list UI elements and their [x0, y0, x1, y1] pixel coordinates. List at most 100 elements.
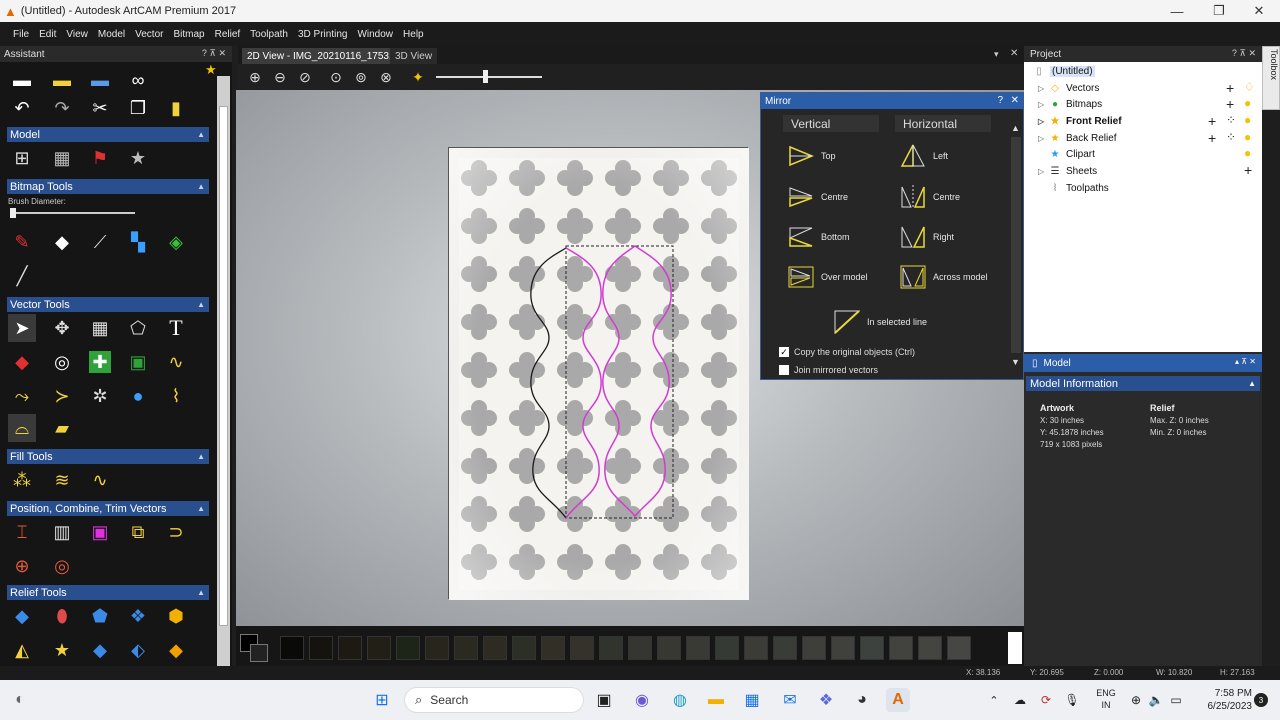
menu-model[interactable]: Model — [93, 29, 130, 40]
palette-swatch[interactable] — [483, 636, 507, 660]
back-relief-bulb-icon[interactable]: ● — [1244, 130, 1251, 144]
mirror-top-button[interactable]: Top — [787, 143, 836, 169]
fill-pattern-icon[interactable]: ≋ — [48, 466, 76, 494]
new-rect-icon[interactable]: ▬ — [8, 66, 36, 94]
tab-close-icon[interactable]: ✕ — [1010, 48, 1018, 59]
palette-swatch[interactable] — [599, 636, 623, 660]
tree-item-bitmaps[interactable]: ▷ ● Bitmaps — [1038, 96, 1102, 112]
scroll-thumb[interactable] — [219, 106, 228, 626]
new-model-icon[interactable]: ▬ — [48, 66, 76, 94]
model-size-icon[interactable]: ⊞ — [8, 144, 36, 172]
chrome-icon[interactable]: ◕ — [850, 688, 874, 712]
notification-badge[interactable]: 3 — [1254, 693, 1268, 707]
relief-spin-icon[interactable]: ◆ — [86, 636, 114, 664]
language-indicator[interactable]: ENG IN — [1092, 687, 1120, 711]
model-panel-controls[interactable]: ▴ ⊼ ✕ — [1235, 357, 1256, 366]
tree-item-back-relief[interactable]: ▷ ★ Back Relief — [1038, 130, 1117, 146]
link-icon[interactable]: ∞ — [124, 66, 152, 94]
text-tool-icon[interactable]: T — [162, 314, 190, 342]
front-relief-grid-icon[interactable]: ⁘ — [1226, 113, 1236, 127]
palette-swatch[interactable] — [686, 636, 710, 660]
mirror-h-centre-button[interactable]: Centre — [899, 184, 960, 210]
transform-icon[interactable]: ✥ — [48, 314, 76, 342]
mirror-vector-icon[interactable]: ≻ — [48, 382, 76, 410]
redo-icon[interactable]: ↷ — [48, 94, 76, 122]
vector-doctor-icon[interactable]: ● — [124, 382, 152, 410]
add-sheet-icon[interactable]: + — [1244, 162, 1252, 178]
menu-toolpath[interactable]: Toolpath — [245, 29, 293, 40]
menu-vector[interactable]: Vector — [130, 29, 168, 40]
select-pointer-icon[interactable]: ➤ — [8, 314, 36, 342]
trim-icon[interactable]: ⊃ — [162, 518, 190, 546]
palette-swatch[interactable] — [628, 636, 652, 660]
palette-swatch[interactable] — [367, 636, 391, 660]
tree-root[interactable]: ▯ (Untitled) — [1032, 63, 1095, 79]
minimize-button[interactable]: — — [1158, 0, 1196, 22]
section-bitmap-tools[interactable]: Bitmap Tools ▲ — [7, 179, 209, 194]
palette-swatch[interactable] — [338, 636, 362, 660]
section-position-tools[interactable]: Position, Combine, Trim Vectors ▲ — [7, 501, 209, 516]
front-relief-bulb-icon[interactable]: ● — [1244, 113, 1251, 127]
center-icon[interactable]: ⊕ — [8, 552, 36, 580]
view-star-icon[interactable]: ✦ — [409, 68, 427, 86]
relief-texture-icon[interactable]: ⬢ — [162, 602, 190, 630]
join-mirrored-box[interactable] — [779, 365, 789, 375]
bitmap-layer-bulb-icon[interactable]: ● — [1244, 96, 1251, 110]
transparency-slider[interactable] — [436, 76, 542, 78]
project-panel-controls[interactable]: ? ⊼ ✕ — [1232, 48, 1256, 59]
smooth-curve-icon[interactable]: ⌇ — [162, 382, 190, 410]
favorite-star-icon[interactable]: ★ — [205, 62, 217, 78]
zoom-out-icon[interactable]: ⊖ — [271, 68, 289, 86]
vector-library-icon[interactable]: ▰ — [48, 414, 76, 442]
section-relief-tools[interactable]: Relief Tools ▲ — [7, 585, 209, 600]
palette-swatch[interactable] — [396, 636, 420, 660]
back-relief-grid-icon[interactable]: ⁘ — [1226, 130, 1236, 144]
menu-window[interactable]: Window — [352, 29, 398, 40]
assistant-scrollbar[interactable] — [217, 76, 230, 666]
mic-icon[interactable]: 🎙 — [1060, 688, 1084, 712]
target-icon[interactable]: ◎ — [48, 552, 76, 580]
add-back-relief-layer-icon[interactable]: + — [1208, 130, 1216, 146]
secondary-color-swatch[interactable] — [250, 644, 268, 662]
mirror-v-centre-button[interactable]: Centre — [787, 184, 848, 210]
palette-swatch[interactable] — [454, 636, 478, 660]
relief-angle-icon[interactable]: ◆ — [162, 636, 190, 664]
palette-swatch[interactable] — [831, 636, 855, 660]
mirror-across-model-button[interactable]: Across model — [899, 264, 988, 290]
draw-line-icon[interactable]: ╱ — [8, 262, 36, 290]
menu-relief[interactable]: Relief — [210, 29, 246, 40]
model-star-icon[interactable]: ★ — [124, 144, 152, 172]
add-front-relief-layer-icon[interactable]: + — [1208, 113, 1216, 129]
fill-path-icon[interactable]: ∿ — [86, 466, 114, 494]
combine-icon[interactable]: ⧉ — [124, 518, 152, 546]
clock[interactable]: 7:58 PM 6/25/2023 — [1192, 687, 1253, 713]
section-vector-tools[interactable]: Vector Tools ▲ — [7, 297, 209, 312]
taskbar-search-box[interactable]: ⌕ Search — [404, 687, 584, 713]
shape-edit-icon[interactable]: ⬠ — [124, 314, 152, 342]
relief-eraser-icon[interactable]: ⬮ — [48, 602, 76, 630]
mirror-left-button[interactable]: Left — [899, 143, 948, 169]
palette-swatch[interactable] — [918, 636, 942, 660]
paste-icon[interactable]: ▮ — [162, 94, 190, 122]
transparency-slider-handle[interactable] — [483, 70, 488, 83]
close-button[interactable]: ✕ — [1240, 0, 1278, 22]
artcam-taskbar-icon[interactable]: A — [886, 688, 910, 712]
tray-chevron-icon[interactable]: ⌃ — [982, 688, 1006, 712]
zoom-extents-icon[interactable]: ⊙ — [327, 68, 345, 86]
fill-dots-icon[interactable]: ⁂ — [8, 466, 36, 494]
toolbox-side-tab[interactable]: Toolbox — [1262, 46, 1280, 110]
zoom-in-icon[interactable]: ⊕ — [246, 68, 264, 86]
palette-swatch[interactable] — [860, 636, 884, 660]
mirror-right-button[interactable]: Right — [899, 224, 954, 250]
add-vector-layer-icon[interactable]: + — [1226, 80, 1234, 96]
palette-swatch[interactable] — [309, 636, 333, 660]
copy-original-check-icon[interactable]: ✓ — [779, 347, 789, 357]
mirror-scroll-up-icon[interactable]: ▲ — [1011, 123, 1020, 133]
lattice-panel-image[interactable] — [448, 147, 749, 600]
zoom-selection-icon[interactable]: ⊗ — [377, 68, 395, 86]
node-edit-icon[interactable]: ✲ — [86, 382, 114, 410]
clipart-bulb-icon[interactable]: ● — [1244, 146, 1251, 160]
copy-original-checkbox[interactable]: ✓ Copy the original objects (Ctrl) — [779, 347, 915, 357]
model-grid-icon[interactable]: ▦ — [48, 144, 76, 172]
palette-swatch[interactable] — [802, 636, 826, 660]
